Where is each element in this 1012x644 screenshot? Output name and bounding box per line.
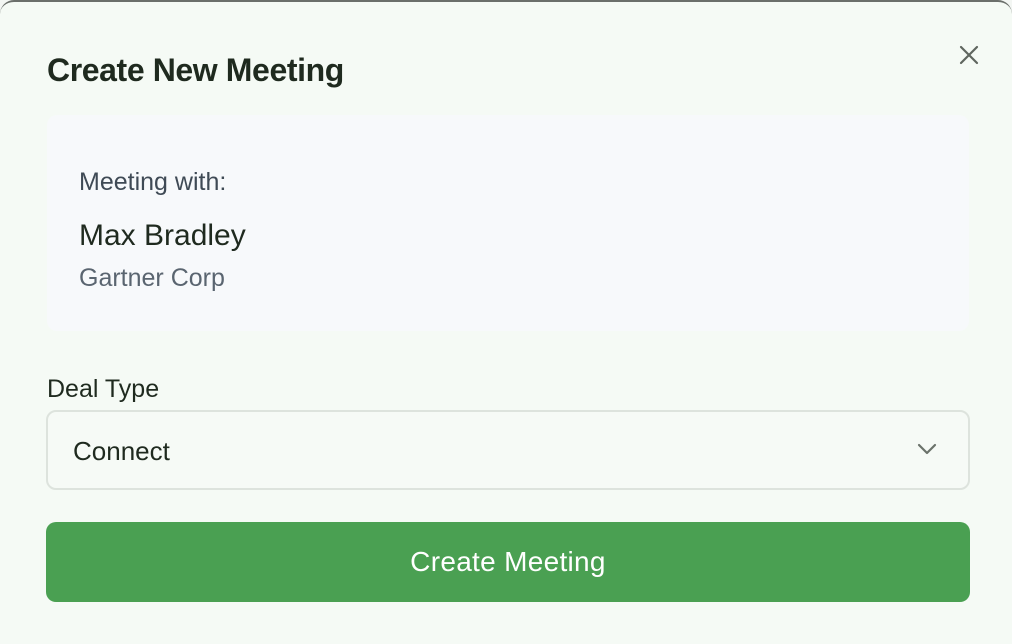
- create-meeting-dialog: Create New Meeting Meeting with: Max Bra…: [0, 0, 1012, 644]
- meeting-with-label: Meeting with:: [79, 168, 227, 196]
- deal-type-selected-value: Connect: [73, 436, 170, 466]
- contact-company: Gartner Corp: [79, 264, 225, 292]
- dialog-title: Create New Meeting: [47, 52, 344, 88]
- close-button[interactable]: [952, 38, 986, 72]
- meeting-info-card: Meeting with: Max Bradley Gartner Corp: [47, 115, 969, 331]
- deal-type-select[interactable]: Connect: [46, 410, 970, 490]
- deal-type-label: Deal Type: [47, 375, 160, 403]
- close-icon: [959, 45, 979, 65]
- contact-name: Max Bradley: [79, 219, 246, 252]
- chevron-down-icon: [917, 443, 937, 455]
- create-meeting-button[interactable]: Create Meeting: [46, 522, 970, 602]
